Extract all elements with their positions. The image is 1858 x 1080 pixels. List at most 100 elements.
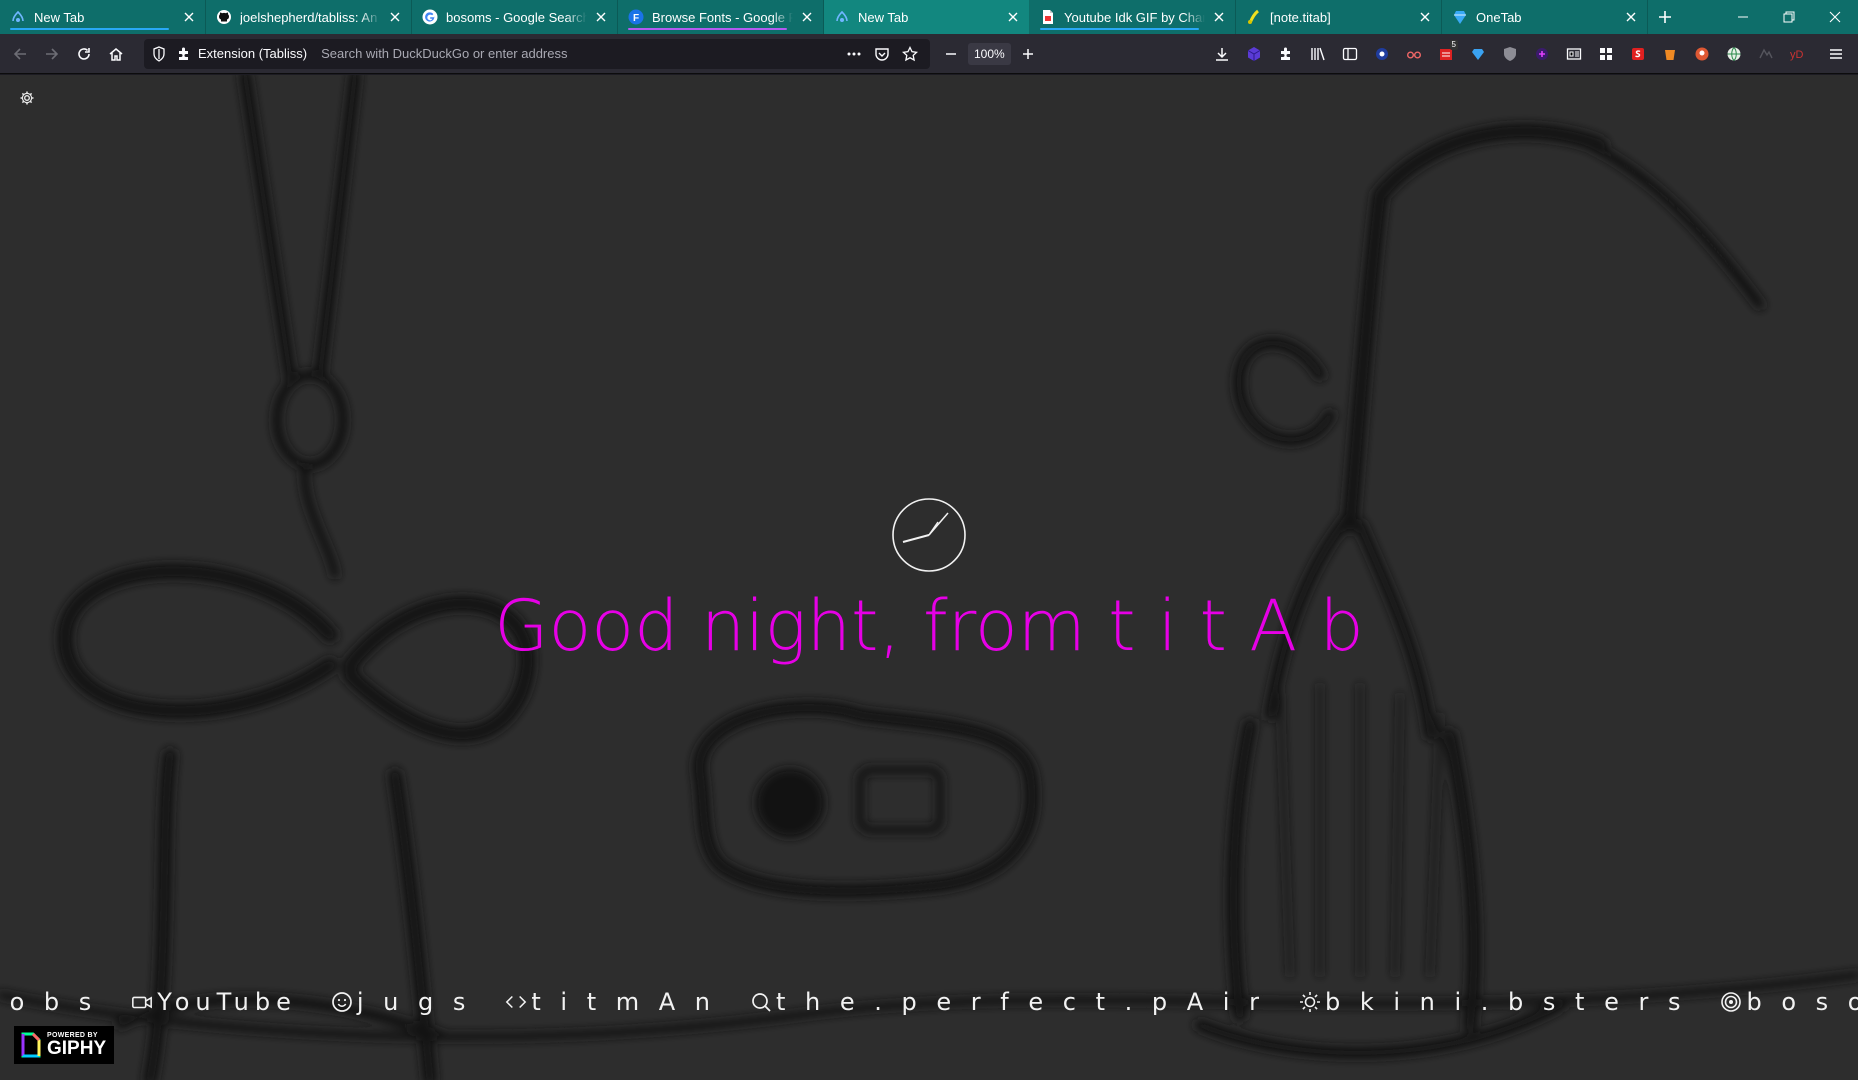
minimize-button[interactable]: [1720, 0, 1766, 34]
close-tab-button[interactable]: [1417, 9, 1433, 25]
downloads-button[interactable]: [1206, 38, 1238, 70]
quick-link-3[interactable]: j u g s: [331, 988, 472, 1016]
quick-link-1[interactable]: b o o b s: [0, 988, 97, 1016]
tab-6[interactable]: Youtube Idk GIF by Channel: [1030, 0, 1236, 34]
extension-button-2[interactable]: [1366, 38, 1398, 70]
quick-link-5[interactable]: t h e . p e r f e c t . p A i r: [750, 988, 1265, 1016]
tab-title: Browse Fonts - Google Fonts: [652, 9, 793, 25]
giphy-attribution[interactable]: POWERED BY GIPHY: [14, 1026, 114, 1064]
close-icon: [1829, 11, 1841, 23]
close-icon: [596, 12, 606, 22]
hamburger-menu-icon: [1830, 48, 1842, 59]
ublock-button[interactable]: [1494, 38, 1526, 70]
quick-link-7[interactable]: b o s o m s: [1720, 988, 1858, 1016]
quick-link-2[interactable]: YouTube: [131, 988, 297, 1016]
address-bar[interactable]: Extension (Tabliss) Search with DuckDuck…: [144, 38, 930, 69]
document-icon: [1040, 9, 1056, 25]
minimize-icon: [1738, 16, 1748, 18]
extension-button-11[interactable]: [1718, 38, 1750, 70]
github-icon: [216, 9, 232, 25]
close-tab-button[interactable]: [1005, 9, 1021, 25]
extension-button-5[interactable]: [1462, 38, 1494, 70]
extension-button-3[interactable]: [1398, 38, 1430, 70]
close-tab-button[interactable]: [1211, 9, 1227, 25]
tracking-protection-icon[interactable]: [152, 45, 166, 62]
clock-hour-hand: [902, 534, 930, 543]
tab-strip: New Tab joelshepherd/tabliss: An extensio…: [0, 0, 1858, 34]
navigation-toolbar: Extension (Tabliss) Search with DuckDuck…: [0, 34, 1858, 74]
extension-identity[interactable]: Extension (Tabliss): [176, 46, 321, 62]
close-tab-button[interactable]: [181, 9, 197, 25]
tab-3[interactable]: bosoms - Google Search: [412, 0, 618, 34]
extensions-button[interactable]: [1270, 38, 1302, 70]
tab-8[interactable]: OneTab: [1442, 0, 1648, 34]
plus-icon: [1022, 48, 1033, 59]
clock-second-hand: [928, 521, 939, 536]
close-window-button[interactable]: [1812, 0, 1858, 34]
quick-link-label: t h e . p e r f e c t . p A i r: [776, 988, 1265, 1016]
close-tab-button[interactable]: [387, 9, 403, 25]
tabliss-icon: [834, 9, 850, 25]
tab-2[interactable]: joelshepherd/tabliss: An extension: [206, 0, 412, 34]
close-tab-button[interactable]: [593, 9, 609, 25]
forward-button[interactable]: [36, 38, 68, 70]
inactive-extension-icon: [1759, 48, 1773, 58]
close-tab-button[interactable]: [799, 9, 815, 25]
zoom-in-button[interactable]: [1015, 38, 1041, 70]
zoom-reset-button[interactable]: 100%: [968, 42, 1011, 65]
tab-7[interactable]: [note.titab]: [1236, 0, 1442, 34]
restore-button[interactable]: [1766, 0, 1812, 34]
shield-icon: [1504, 46, 1516, 61]
zoom-out-button[interactable]: [938, 38, 964, 70]
reload-icon: [78, 47, 90, 60]
page-actions-button[interactable]: [842, 42, 866, 66]
extension-button-7[interactable]: [1558, 38, 1590, 70]
window-controls: [1720, 0, 1858, 34]
duckduckgo-button[interactable]: [1686, 38, 1718, 70]
extension-button-6[interactable]: [1526, 38, 1558, 70]
tabliss-dashboard: Good night, from t i t A b b o o b s YouT…: [0, 75, 1858, 1080]
home-button[interactable]: [100, 38, 132, 70]
diamond-icon: [1472, 48, 1484, 60]
duck-icon: [1695, 47, 1709, 60]
close-tab-button[interactable]: [1623, 9, 1639, 25]
globe-icon: [1727, 46, 1741, 61]
greeting-text: Good night, from t i t A b: [494, 585, 1364, 667]
svg-text:F: F: [633, 13, 639, 24]
bookmark-star-button[interactable]: [898, 42, 922, 66]
extension-button-10[interactable]: [1654, 38, 1686, 70]
extension-button-12[interactable]: [1750, 38, 1782, 70]
tab-5[interactable]: New Tab: [824, 0, 1030, 34]
extension-button-8[interactable]: [1590, 38, 1622, 70]
tab-title: [note.titab]: [1270, 9, 1331, 25]
close-icon: [802, 12, 812, 22]
back-button[interactable]: [4, 38, 36, 70]
tab-4[interactable]: F Browse Fonts - Google Fonts: [618, 0, 824, 34]
back-arrow-icon: [13, 47, 26, 60]
sidebar-button[interactable]: [1334, 38, 1366, 70]
bucket-icon: [1665, 49, 1675, 60]
app-menu-button[interactable]: [1820, 38, 1852, 70]
quick-link-4[interactable]: t i t m A n: [505, 988, 716, 1016]
reload-button[interactable]: [68, 38, 100, 70]
library-button[interactable]: [1302, 38, 1334, 70]
tab-title: bosoms - Google Search: [446, 9, 587, 25]
settings-button[interactable]: [16, 87, 38, 109]
extension-identity-label: Extension (Tabliss): [198, 46, 308, 61]
extension-button-9[interactable]: [1622, 38, 1654, 70]
tab-1[interactable]: New Tab: [0, 0, 206, 34]
greeting-block: Good night, from t i t A b: [0, 497, 1858, 667]
new-tab-button[interactable]: [1648, 0, 1682, 34]
tab-underline: [10, 28, 169, 30]
code-icon: [505, 991, 527, 1013]
tab-underline: [1040, 28, 1199, 30]
onetab-icon: [1452, 9, 1468, 25]
quick-link-6[interactable]: b k i n i . b s t e r s: [1299, 988, 1687, 1016]
extension-button-4[interactable]: 5: [1430, 38, 1462, 70]
extension-button-13[interactable]: yD: [1782, 38, 1814, 70]
download-icon: [1216, 47, 1228, 61]
quick-links: b o o b s YouTube j u g s t i t m A n t h e …: [0, 988, 1858, 1016]
pocket-button[interactable]: [870, 42, 894, 66]
blue-circle-icon: [1376, 47, 1388, 60]
extension-button-1[interactable]: [1238, 38, 1270, 70]
